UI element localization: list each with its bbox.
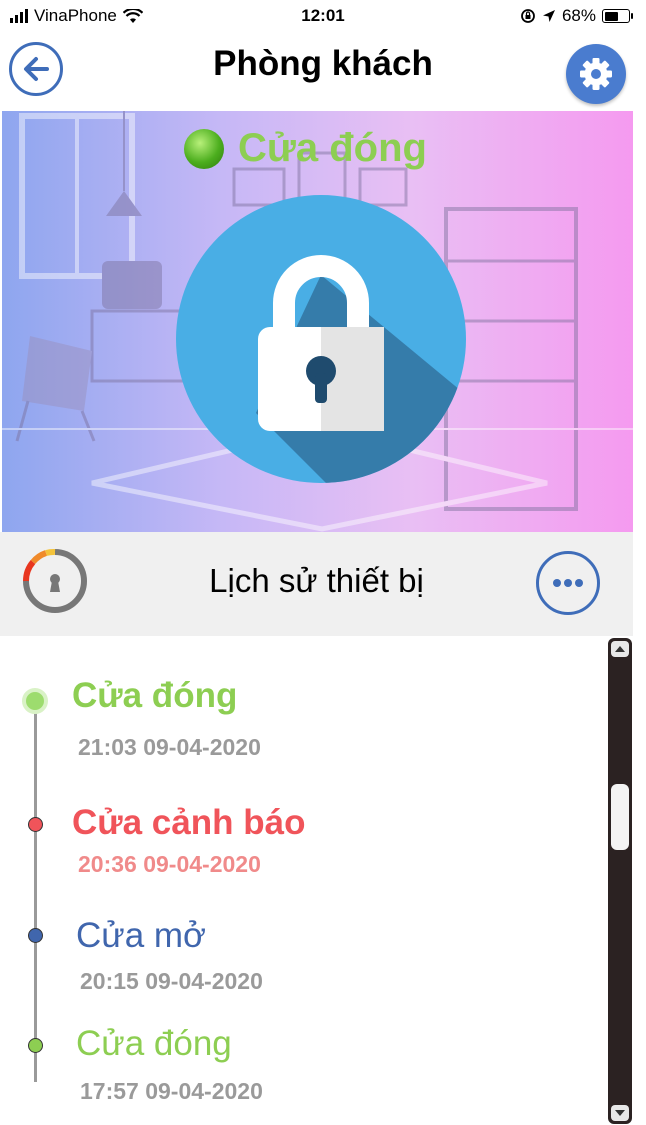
scroll-up-button[interactable] [611, 641, 629, 657]
gear-icon [580, 58, 612, 90]
timeline-dot-icon [28, 928, 43, 943]
timeline-line [34, 700, 37, 1082]
triangle-down-icon [615, 1110, 625, 1116]
entry-label: Cửa mở [76, 916, 207, 955]
door-status: Cửa đóng [184, 126, 427, 171]
battery-icon [602, 9, 633, 23]
history-list: Cửa đóng 21:03 09-04-2020 Cửa cảnh báo 2… [0, 636, 604, 1125]
orientation-lock-icon [521, 9, 535, 23]
scrollbar-thumb[interactable] [611, 784, 629, 850]
history-header: Lịch sử thiết bị [0, 532, 633, 636]
status-led-icon [184, 128, 224, 169]
battery-percent: 68% [561, 6, 596, 25]
timeline-dot-icon [28, 1038, 43, 1053]
door-status-text: Cửa đóng [238, 126, 427, 170]
entry-time: 20:15 09-04-2020 [80, 968, 263, 994]
scroll-down-button[interactable] [611, 1105, 629, 1121]
padlock-icon [256, 255, 466, 483]
entry-time: 17:57 09-04-2020 [80, 1078, 263, 1104]
entry-label: Cửa cảnh báo [72, 803, 306, 842]
entry-time: 21:03 09-04-2020 [78, 734, 261, 760]
entry-label: Cửa đóng [76, 1024, 232, 1063]
timeline-dot-icon [22, 688, 48, 714]
settings-button[interactable] [566, 44, 626, 104]
room-banner: Cửa đóng [2, 111, 633, 532]
status-right-group: 68% [520, 6, 633, 26]
app-header: Phòng khách [0, 32, 646, 110]
location-icon [542, 10, 555, 22]
timeline-dot-icon [28, 817, 43, 832]
page-title: Phòng khách [213, 44, 433, 83]
history-scrollbar[interactable] [608, 638, 632, 1124]
more-options-button[interactable] [536, 551, 600, 615]
lock-toggle[interactable] [176, 195, 466, 483]
entry-time: 20:36 09-04-2020 [78, 851, 261, 877]
status-bar: VinaPhone 12:01 68% [0, 0, 646, 32]
entry-label: Cửa đóng [72, 676, 238, 715]
triangle-up-icon [615, 646, 625, 652]
ellipsis-icon [553, 579, 583, 587]
